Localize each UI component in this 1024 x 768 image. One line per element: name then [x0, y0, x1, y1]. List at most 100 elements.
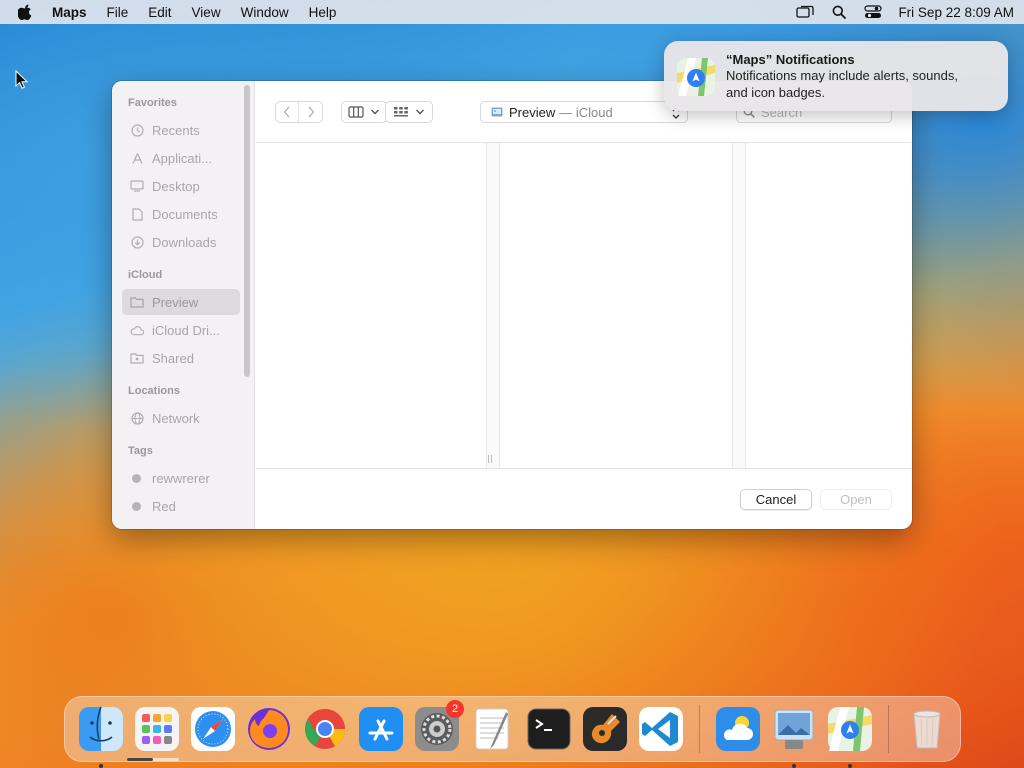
menu-window[interactable]: Window [241, 5, 289, 20]
dock-garageband[interactable] [582, 706, 628, 752]
maps-icon [828, 707, 872, 751]
folder-icon [130, 295, 144, 309]
sidebar-item-icloud-drive[interactable]: iCloud Dri... [122, 317, 240, 343]
sidebar-item-label: Desktop [152, 178, 200, 194]
dock: 2 [64, 696, 961, 768]
dock-trash[interactable] [904, 706, 950, 752]
sidebar-item-label: Red [152, 498, 176, 514]
safari-icon [191, 707, 235, 751]
chevron-left-icon [283, 106, 290, 118]
desktop-icon [130, 179, 144, 193]
apple-icon[interactable] [18, 4, 34, 20]
dock-finder[interactable] [78, 706, 124, 768]
sidebar-item-desktop[interactable]: Desktop [122, 173, 240, 199]
dock-preview[interactable] [771, 706, 817, 768]
download-icon [130, 235, 144, 249]
menu-view[interactable]: View [192, 5, 221, 20]
dock-firefox[interactable] [246, 706, 292, 752]
chevron-down-icon [371, 109, 379, 115]
forward-button[interactable] [299, 102, 322, 122]
app-store-icon [359, 707, 403, 751]
weather-icon [716, 707, 760, 751]
tag-color-dot [132, 501, 141, 511]
back-button[interactable] [276, 102, 300, 122]
shared-folder-icon [130, 351, 144, 365]
dock-chrome[interactable] [302, 706, 348, 752]
dock-terminal[interactable] [526, 706, 572, 752]
sidebar-scrollbar[interactable] [244, 85, 250, 377]
dialog-main: Preview — iCloud Cancel Open [256, 81, 912, 529]
menu-bar: Maps File Edit View Window Help Fri Sep … [0, 0, 1024, 24]
sidebar-item-label: Applicati... [152, 150, 212, 166]
sidebar-item-downloads[interactable]: Downloads [122, 229, 240, 255]
sidebar-item-label: Network [152, 410, 200, 426]
menu-app-name[interactable]: Maps [52, 5, 87, 20]
sidebar-item-recents[interactable]: Recents [122, 117, 240, 143]
column-resize-grip-icon[interactable] [486, 455, 494, 463]
screen-mirroring-icon[interactable] [796, 4, 815, 20]
dock-vscode[interactable] [638, 706, 684, 752]
clock-icon [130, 123, 144, 137]
menu-clock[interactable]: Fri Sep 22 8:09 AM [898, 5, 1014, 20]
sidebar-item-preview[interactable]: Preview [122, 289, 240, 315]
mouse-cursor-icon [15, 69, 29, 90]
cancel-button[interactable]: Cancel [740, 489, 812, 510]
dock-launchpad[interactable] [134, 706, 180, 752]
view-mode-button[interactable] [341, 101, 387, 123]
dock-separator [888, 705, 889, 753]
dock-progress-fill [127, 758, 153, 761]
sidebar-item-applications[interactable]: Applicati... [122, 145, 240, 171]
column-browser [256, 143, 912, 468]
dock-safari[interactable] [190, 706, 236, 752]
menu-help[interactable]: Help [309, 5, 337, 20]
sidebar-item-network[interactable]: Network [122, 405, 240, 431]
preview-icon [774, 709, 814, 749]
sidebar-item-shared[interactable]: Shared [122, 345, 240, 371]
globe-icon [130, 411, 144, 425]
notification-banner[interactable]: “Maps” Notifications Notifications may i… [664, 41, 1008, 111]
column-divider[interactable] [486, 143, 500, 468]
sidebar-item-tag-rewwrerer[interactable]: rewwrerer [122, 465, 240, 491]
running-indicator [792, 764, 796, 768]
control-center-icon[interactable] [864, 4, 883, 20]
chevron-right-icon [307, 106, 314, 118]
chevron-down-icon [416, 109, 424, 115]
sidebar-heading-tags: Tags [128, 445, 153, 457]
menu-edit[interactable]: Edit [148, 5, 171, 20]
open-button[interactable]: Open [820, 489, 892, 510]
navigation-buttons [275, 101, 323, 123]
guitar-icon [583, 707, 627, 751]
tag-color-dot [132, 473, 141, 483]
column-divider[interactable] [732, 143, 746, 468]
dock-maps[interactable] [827, 706, 873, 768]
dock-progress-bar [127, 758, 179, 761]
sidebar-item-documents[interactable]: Documents [122, 201, 240, 227]
cloud-icon [130, 323, 144, 337]
location-popup[interactable]: Preview — iCloud [480, 101, 688, 123]
sidebar-item-label: Documents [152, 206, 218, 222]
sidebar-item-label: Preview [152, 294, 199, 310]
finder-icon [79, 706, 123, 751]
sidebar-heading-locations: Locations [128, 385, 180, 397]
location-name: Preview [509, 104, 556, 120]
dialog-sidebar: Favorites Recents Applicati... Desktop D… [112, 81, 255, 529]
dialog-footer: Cancel Open [256, 468, 912, 529]
sidebar-item-tag-red[interactable]: Red [122, 493, 240, 519]
menu-extras: Fri Sep 22 8:09 AM [780, 4, 1014, 20]
sidebar-heading-icloud: iCloud [128, 269, 163, 281]
group-by-button[interactable] [385, 101, 433, 123]
terminal-icon [527, 708, 571, 750]
menu-file[interactable]: File [107, 5, 129, 20]
sidebar-item-label: iCloud Dri... [152, 322, 220, 338]
location-suffix: — iCloud [559, 104, 613, 120]
notification-badge: 2 [446, 700, 464, 718]
maps-app-icon [677, 58, 715, 96]
dock-system-settings[interactable]: 2 [414, 700, 464, 752]
sidebar-item-label: Recents [152, 122, 200, 138]
dock-textedit[interactable] [470, 706, 516, 752]
notification-body-line-1: Notifications may include alerts, sounds… [726, 68, 958, 83]
trash-icon [913, 710, 941, 749]
spotlight-search-icon[interactable] [830, 4, 848, 20]
dock-app-store[interactable] [358, 706, 404, 752]
dock-weather[interactable] [715, 706, 761, 752]
